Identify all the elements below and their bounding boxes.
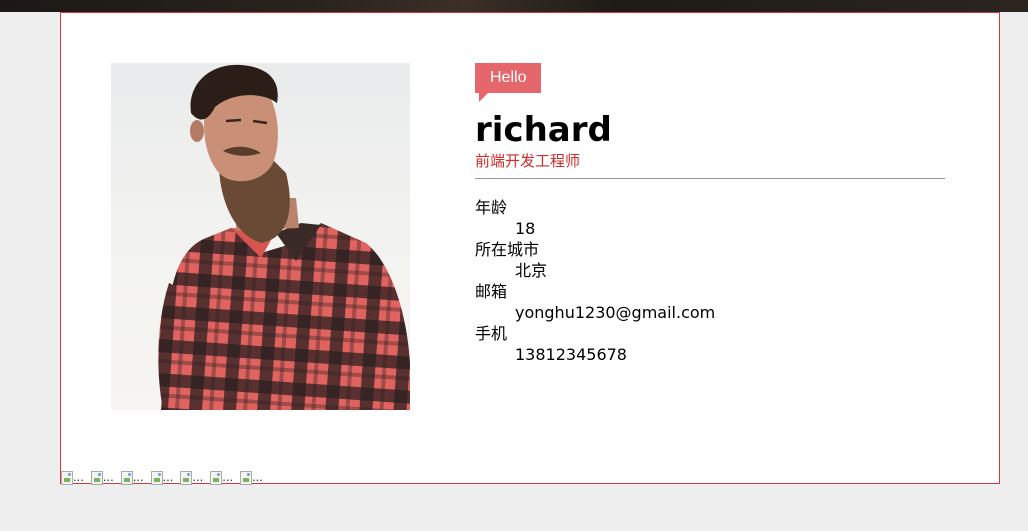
thumb-alt-text: ... (252, 469, 263, 484)
thumb-alt-text: ... (132, 469, 144, 484)
header-banner-strip (0, 0, 1028, 12)
thumb-alt-text: ... (102, 469, 114, 484)
broken-image-icon (180, 471, 193, 485)
profile-photo (111, 63, 410, 410)
detail-label-phone: 手机 (475, 324, 508, 343)
profile-info: Hello richard 前端开发工程师 年龄 18 所在城市 北京 邮箱 y… (475, 63, 945, 365)
thumb-alt-text: ... (73, 469, 84, 484)
broken-image-icon (240, 471, 253, 485)
hello-label: Hello (490, 69, 527, 86)
broken-image-thumb[interactable]: ... (210, 467, 233, 485)
broken-image-icon (150, 471, 163, 485)
detail-label-age: 年龄 (475, 198, 508, 217)
broken-image-thumb[interactable]: ... (240, 467, 263, 485)
divider (475, 178, 945, 179)
profile-role: 前端开发工程师 (475, 152, 581, 170)
thumb-alt-text: ... (192, 469, 204, 484)
detail-value-age: 18 (515, 219, 536, 238)
profile-name: richard (475, 110, 612, 150)
speech-tail-icon (479, 93, 488, 102)
broken-image-thumb[interactable]: ... (61, 467, 84, 485)
profile-card: Hello richard 前端开发工程师 年龄 18 所在城市 北京 邮箱 y… (60, 12, 1000, 485)
broken-image-thumb[interactable]: ... (120, 467, 144, 485)
broken-image-icon (90, 471, 103, 485)
broken-image-icon (61, 471, 73, 485)
thumb-alt-text: ... (222, 469, 234, 484)
thumb-alt-text: ... (162, 469, 174, 484)
detail-label-city: 所在城市 (475, 240, 540, 259)
broken-image-thumb[interactable]: ... (180, 467, 203, 485)
broken-image-thumb[interactable]: ... (90, 467, 114, 485)
detail-value-phone: 13812345678 (515, 345, 627, 364)
hello-tag: Hello (475, 63, 542, 102)
broken-image-icon (210, 471, 223, 485)
details-list: 年龄 18 所在城市 北京 邮箱 yonghu1230@gmail.com 手机… (475, 197, 945, 365)
thumbnail-strip: ... ... ... ... ... ... ... (61, 463, 263, 485)
detail-value-email: yonghu1230@gmail.com (515, 303, 716, 322)
broken-image-thumb[interactable]: ... (150, 467, 174, 485)
detail-value-city: 北京 (515, 261, 548, 280)
broken-image-icon (120, 471, 133, 485)
detail-label-email: 邮箱 (475, 282, 508, 301)
